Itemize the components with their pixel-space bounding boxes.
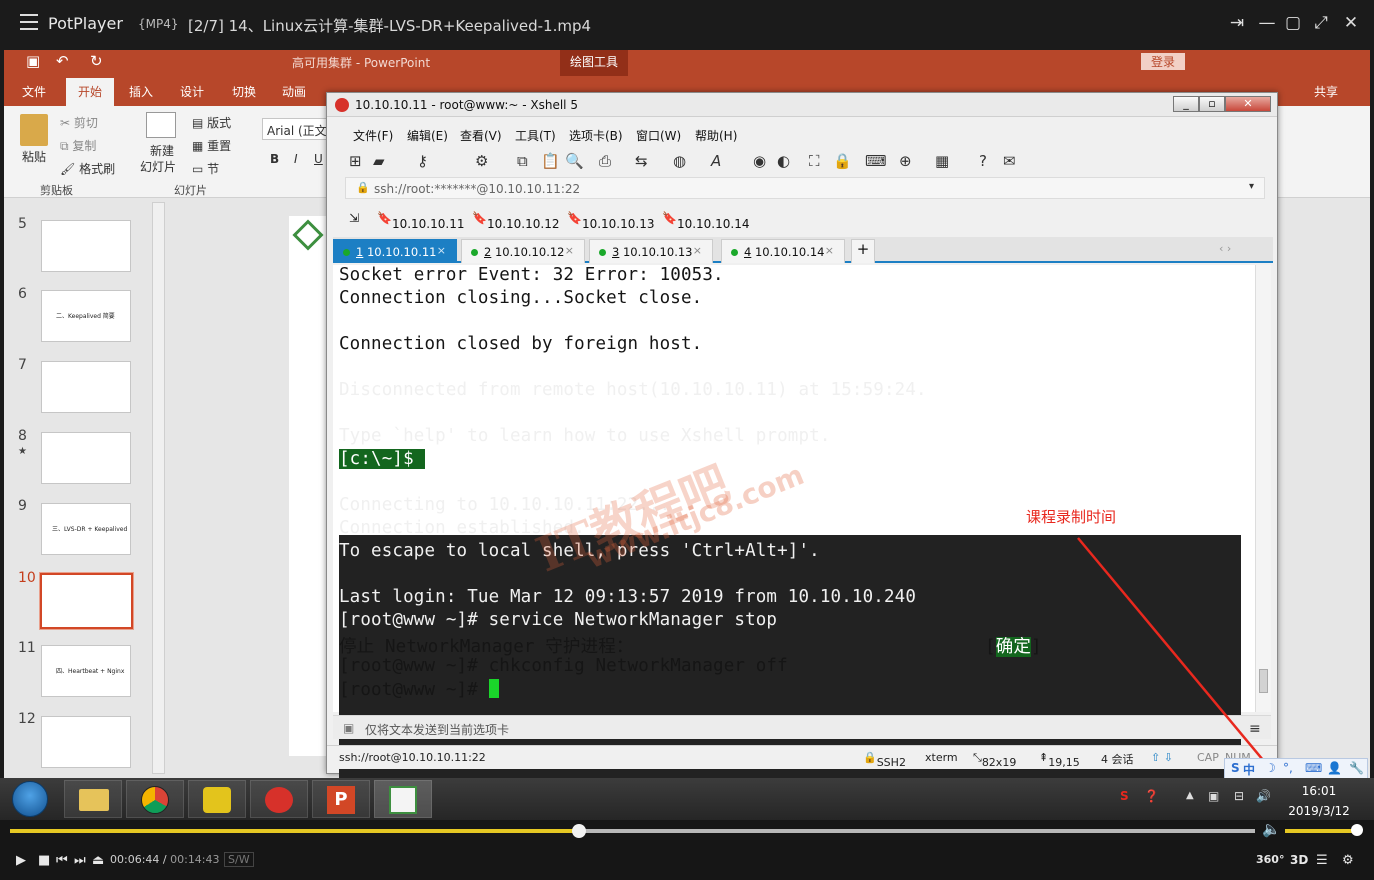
playlist-icon[interactable]: ☰	[1316, 853, 1328, 868]
eject-icon[interactable]: ⏏	[92, 853, 104, 868]
current-time: 00:06:44	[110, 853, 160, 866]
ime-language[interactable]: 中	[1243, 761, 1255, 778]
xshell-taskbar-icon[interactable]	[250, 780, 308, 818]
vr-360-button[interactable]: 360°	[1256, 853, 1284, 866]
start-button[interactable]	[12, 781, 48, 817]
volume-tray-icon[interactable]: 🔊	[1256, 789, 1271, 803]
volume-icon[interactable]: 🔈	[1262, 820, 1281, 838]
time-display: 00:06:44 / 00:14:43	[110, 853, 220, 866]
explorer-icon[interactable]	[64, 780, 122, 818]
total-time: 00:14:43	[170, 853, 220, 866]
chrome-icon[interactable]	[126, 780, 184, 818]
tray-expand-icon[interactable]: ▲	[1186, 790, 1194, 801]
seek-handle[interactable]	[571, 824, 586, 838]
next-icon[interactable]: ⏭	[74, 853, 86, 868]
recorder-taskbar-icon[interactable]	[374, 780, 432, 818]
sw-decoder-badge[interactable]: S/W	[224, 852, 254, 867]
settings-gear-icon[interactable]: ⚙	[1342, 853, 1354, 868]
volume-slider[interactable]	[1285, 829, 1357, 833]
seek-progress	[10, 829, 579, 833]
sogou-tray-icon[interactable]: S	[1120, 789, 1129, 803]
arrow-line	[1077, 537, 1279, 779]
seek-bar[interactable]	[10, 824, 1255, 838]
ime-toolbar[interactable]: S 中 ☽ °, ⌨ 👤 🔧	[1224, 758, 1368, 780]
previous-icon[interactable]: ⏮	[56, 853, 68, 868]
stop-icon[interactable]: ■	[38, 853, 50, 868]
app-icon[interactable]	[188, 780, 246, 818]
ime-logo-icon: S	[1231, 761, 1240, 775]
ime-user-icon[interactable]: 👤	[1327, 761, 1342, 775]
taskbar-clock[interactable]: 16:01 2019/3/12	[1282, 783, 1356, 819]
clock-date: 2019/3/12	[1288, 804, 1350, 818]
device-tray-icon[interactable]: ▣	[1208, 789, 1219, 803]
powerpoint-taskbar-icon[interactable]: P	[312, 780, 370, 818]
network-tray-icon[interactable]: ⊟	[1234, 789, 1244, 803]
windows-taskbar: P S ❓ ▲ ▣ ⊟ 🔊 16:01 2019/3/12	[0, 778, 1374, 820]
ime-keyboard-icon[interactable]: ⌨	[1305, 761, 1322, 775]
ime-moon-icon[interactable]: ☽	[1265, 761, 1276, 775]
help-tray-icon[interactable]: ❓	[1144, 789, 1159, 803]
3d-button[interactable]: 3D	[1290, 853, 1308, 867]
ime-tool-icon[interactable]: 🔧	[1349, 761, 1364, 775]
clock-time: 16:01	[1301, 784, 1337, 798]
volume-handle[interactable]	[1351, 824, 1363, 836]
play-icon[interactable]: ▶	[16, 853, 26, 868]
annotation-arrow	[1077, 537, 1290, 792]
player-controls: 🔈 ▶ ■ ⏮ ⏭ ⏏ 00:06:44 / 00:14:43 S/W 360°…	[0, 820, 1374, 880]
ime-punct-icon[interactable]: °,	[1283, 761, 1293, 775]
